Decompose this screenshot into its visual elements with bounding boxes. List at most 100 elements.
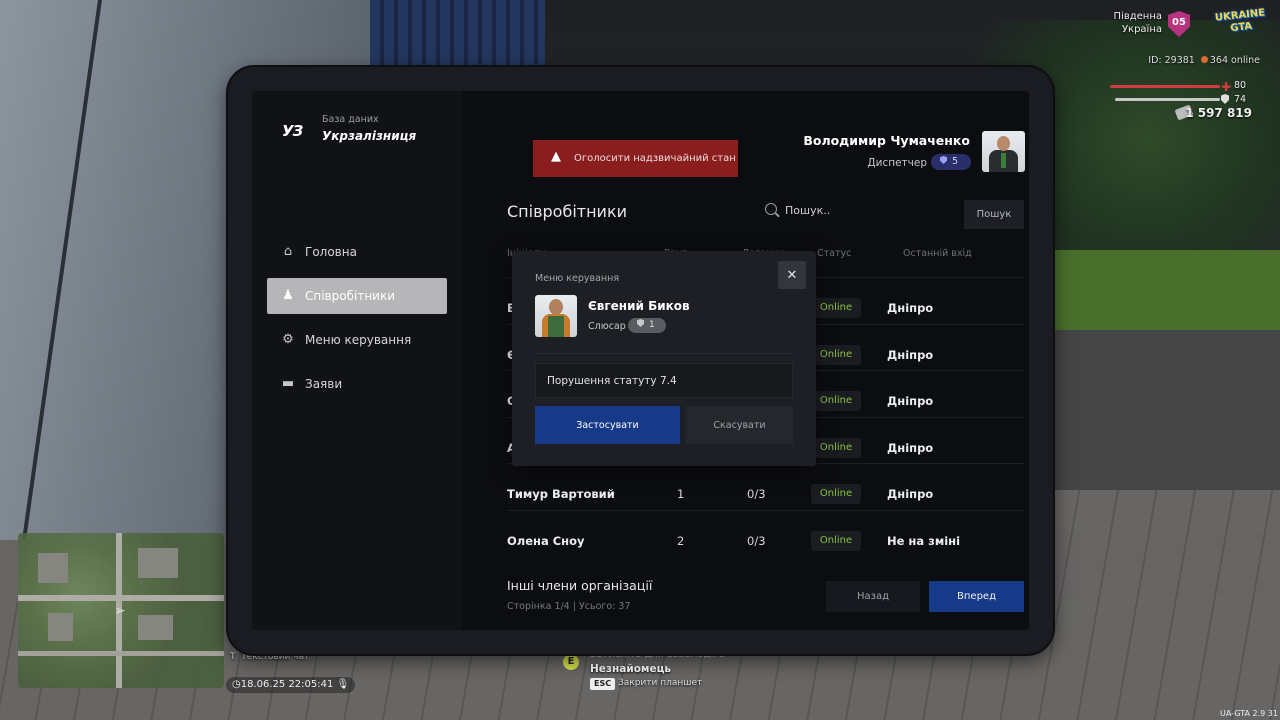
close-tablet-hint: Закрити планшет: [618, 678, 703, 688]
warnings-cell: 0/3: [747, 487, 766, 501]
money-value: 1 597 819: [1185, 106, 1252, 120]
hud-region-line1: Південна: [1113, 11, 1162, 22]
hud-server-info: ID: 29381 364 online: [1120, 55, 1260, 66]
back-button[interactable]: Назад: [826, 581, 920, 612]
status-badge: Online: [811, 531, 861, 551]
people-icon: ♟: [282, 288, 294, 303]
status-badge: Online: [811, 345, 861, 365]
emergency-button[interactable]: ▲ Оголосити надзвичайний стан: [533, 140, 738, 177]
cancel-button[interactable]: Скасувати: [686, 406, 793, 444]
minimap: ➢: [18, 533, 224, 688]
game-logo: UKRAINE GTA: [1214, 7, 1266, 35]
sidebar-item-home[interactable]: ⌂ Головна: [267, 234, 447, 270]
game-version: UA-GTA 2.9 31: [1220, 709, 1278, 718]
dialog-label: Меню керування: [535, 273, 620, 284]
server-id: ID: 29381: [1148, 55, 1195, 66]
pagination-info: Сторінка 1/4 | Усього: 37: [507, 601, 631, 612]
last-seen-cell: Дніпро: [887, 301, 934, 315]
reason-input[interactable]: [535, 363, 793, 398]
sidebar-item-control-menu[interactable]: ⚙ Меню керування: [267, 322, 447, 358]
last-seen-cell: Дніпро: [887, 487, 934, 501]
rank-shield-icon: [940, 156, 947, 164]
apply-button[interactable]: Застосувати: [535, 406, 680, 444]
column-header: Останній вхід: [903, 248, 972, 259]
gear-icon: ⚙: [282, 332, 294, 347]
last-seen-cell: Дніпро: [887, 394, 934, 408]
avatar-head: [997, 136, 1010, 151]
emergency-button-label: Оголосити надзвичайний стан: [574, 153, 736, 164]
armor-bar: [1115, 98, 1220, 101]
user-rank: 5: [952, 156, 959, 167]
minimap-building: [138, 548, 178, 578]
control-menu-dialog: Меню керування ✕ Євгений Биков Слюсар 1 …: [512, 251, 816, 466]
online-count: 364 online: [1209, 55, 1260, 66]
datetime-value: 18.06.25 22:05:41: [240, 679, 334, 690]
health-bar: [1110, 85, 1220, 88]
user-role: Диспетчер: [867, 157, 927, 169]
rank-shield-icon: [637, 319, 644, 327]
minimap-road: [18, 651, 224, 656]
app-title: Укрзалізниця: [322, 129, 417, 143]
employee-avatar: [535, 295, 577, 337]
background-grass: [1050, 250, 1280, 340]
home-icon: ⌂: [283, 244, 293, 259]
minimap-building: [138, 615, 173, 640]
health-value: 80: [1234, 80, 1247, 91]
sidebar-item-label: Співробітники: [305, 289, 396, 303]
last-seen-cell: Дніпро: [887, 348, 934, 362]
sidebar-item-label: Головна: [305, 245, 357, 259]
rank-cell: 2: [677, 534, 685, 548]
avatar-tie: [1001, 153, 1006, 168]
warnings-cell: 0/3: [747, 534, 766, 548]
employee-rank-badge: 1: [628, 318, 666, 333]
online-dot-icon: [1200, 56, 1208, 63]
employee-role: Слюсар: [588, 321, 626, 332]
last-seen-cell: Не на зміні: [887, 534, 961, 548]
tablet-screen: УЗ База даних Укрзалізниця ⌂ Головна ♟ С…: [252, 91, 1029, 630]
employee-name-cell[interactable]: Олена Сноу: [507, 534, 585, 548]
interact-key-icon: E: [563, 654, 579, 670]
divider: [535, 353, 793, 354]
user-rank-badge: 5: [931, 154, 971, 170]
avatar-vest: [548, 316, 564, 337]
minimap-building: [48, 613, 73, 641]
folder-icon: ▬: [281, 376, 295, 391]
uz-logo: УЗ: [282, 122, 303, 140]
hud-region: Південна Україна: [1100, 10, 1162, 36]
interact-target: Незнайомець: [590, 663, 672, 675]
minimap-building: [38, 553, 68, 583]
employee-rank: 1: [649, 320, 655, 330]
employee-name-cell[interactable]: Тимур Вартовий: [507, 487, 615, 501]
sidebar-item-label: Меню керування: [305, 333, 412, 347]
chat-prefix: Т: [230, 652, 236, 662]
chat-datetime: ◷18.06.25 22:05:41 🎙: [226, 677, 356, 693]
last-seen-cell: Дніпро: [887, 441, 934, 455]
sidebar: УЗ База даних Укрзалізниця ⌂ Головна ♟ С…: [252, 91, 462, 630]
sidebar-item-applications[interactable]: ▬ Заяви: [267, 366, 447, 402]
status-badge: Online: [811, 484, 861, 504]
esc-key-icon: ESC: [590, 678, 616, 690]
close-icon[interactable]: ✕: [778, 261, 806, 289]
health-icon: ✚: [1221, 80, 1232, 94]
status-badge: Online: [811, 391, 861, 411]
sidebar-item-label: Заяви: [305, 377, 343, 391]
hud-region-line2: Україна: [1121, 24, 1162, 35]
sidebar-item-employees[interactable]: ♟ Співробітники: [267, 278, 447, 314]
next-button[interactable]: Вперед: [929, 581, 1024, 612]
column-header: Статус: [817, 248, 852, 259]
app-subtitle: База даних: [322, 114, 379, 125]
avatar-head: [549, 299, 563, 315]
rank-cell: 1: [677, 487, 685, 501]
search-input[interactable]: [785, 199, 955, 221]
others-title: Інші члени організації: [507, 578, 653, 593]
warning-icon: ▲: [551, 149, 561, 164]
employee-name: Євгений Биков: [588, 299, 690, 313]
row-divider: [507, 510, 1024, 511]
microphone-icon: 🎙: [336, 679, 350, 690]
user-avatar: [982, 131, 1025, 172]
status-badge: Online: [811, 438, 861, 458]
page-title: Співробітники: [507, 202, 628, 221]
armor-value: 74: [1234, 94, 1247, 105]
search-button[interactable]: Пошук: [964, 200, 1024, 229]
tablet: УЗ База даних Укрзалізниця ⌂ Головна ♟ С…: [228, 67, 1053, 654]
